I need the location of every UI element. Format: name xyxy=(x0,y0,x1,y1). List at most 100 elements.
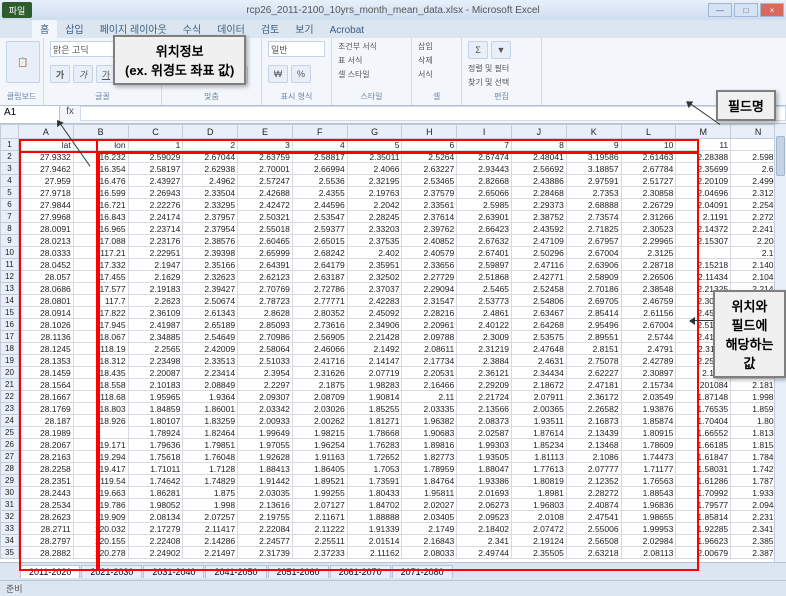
format-cell-button[interactable]: 서식 xyxy=(418,69,455,80)
row-header[interactable]: 5 xyxy=(1,187,19,199)
cell[interactable]: 2.50321 xyxy=(238,211,293,223)
cell[interactable]: 2.64391 xyxy=(238,259,293,271)
sheet-tab[interactable]: 2061-2070 xyxy=(330,565,391,578)
cell[interactable]: 2.58197 xyxy=(128,163,183,175)
cell[interactable]: 28.2351 xyxy=(19,475,74,487)
cell[interactable] xyxy=(676,247,731,259)
cell[interactable]: 2.19183 xyxy=(128,283,183,295)
cell[interactable]: 118.067 xyxy=(73,331,128,343)
row-header[interactable]: 8 xyxy=(1,223,19,235)
cell[interactable]: 2.54649 xyxy=(183,331,238,343)
cell[interactable]: 2.11222 xyxy=(292,523,347,535)
cell[interactable]: 2.08611 xyxy=(402,343,457,355)
column-header[interactable] xyxy=(1,125,19,139)
cell[interactable]: 2.8151 xyxy=(566,343,621,355)
cell[interactable]: 2.53575 xyxy=(512,331,567,343)
row-header[interactable]: 18 xyxy=(1,343,19,355)
delete-cell-button[interactable]: 삭제 xyxy=(418,55,455,66)
cell[interactable]: 2.55006 xyxy=(566,523,621,535)
cell[interactable]: 2.35505 xyxy=(512,547,567,559)
formula-input[interactable] xyxy=(80,106,786,121)
cond-format-button[interactable]: 조건부 서식 xyxy=(338,41,405,52)
cell[interactable]: 1.85234 xyxy=(512,439,567,451)
sheet-tab[interactable]: 2041-2050 xyxy=(205,565,266,578)
cell[interactable]: 1.90814 xyxy=(347,391,402,403)
cell[interactable]: 2.5536 xyxy=(292,175,347,187)
cell[interactable]: 2.07911 xyxy=(512,391,567,403)
cell[interactable]: 2.1629 xyxy=(128,271,183,283)
cell[interactable]: 2.33513 xyxy=(183,355,238,367)
cell[interactable]: 1.87614 xyxy=(512,427,567,439)
column-header[interactable]: H xyxy=(402,125,457,139)
cell[interactable]: 1.97055 xyxy=(238,439,293,451)
cell[interactable]: 1.66185 xyxy=(676,439,731,451)
cell[interactable]: 2.37037 xyxy=(347,283,402,295)
cell[interactable]: 2.33561 xyxy=(402,199,457,211)
cell[interactable]: 28.1353 xyxy=(19,355,74,367)
cell[interactable]: 1.85814 xyxy=(676,511,731,523)
cell[interactable]: 2.67632 xyxy=(457,235,512,247)
cell[interactable]: 2.67784 xyxy=(621,163,676,175)
cell[interactable]: 1.95811 xyxy=(402,487,457,499)
cell[interactable]: 2.67957 xyxy=(566,235,621,247)
cell[interactable]: 1.96623 xyxy=(676,535,731,547)
cell[interactable]: 2.43592 xyxy=(512,223,567,235)
cell[interactable]: 2.54806 xyxy=(512,295,567,307)
cell[interactable]: 2.26506 xyxy=(621,271,676,283)
cell[interactable]: 1.80433 xyxy=(347,487,402,499)
cell[interactable]: 116.599 xyxy=(73,187,128,199)
cell[interactable]: 28.2797 xyxy=(19,535,74,547)
cell[interactable]: 2.23176 xyxy=(128,235,183,247)
row-header[interactable]: 24 xyxy=(1,415,19,427)
cell[interactable]: 2.40852 xyxy=(402,235,457,247)
cell[interactable]: 2.38752 xyxy=(512,211,567,223)
cell[interactable]: 1.99953 xyxy=(621,523,676,535)
cell[interactable]: 1.70404 xyxy=(676,415,731,427)
cell[interactable]: 2.13566 xyxy=(457,403,512,415)
cell[interactable]: 1.79851 xyxy=(183,439,238,451)
cell[interactable]: 2.52458 xyxy=(512,283,567,295)
cell[interactable]: 2.31547 xyxy=(402,295,457,307)
cell[interactable]: 8 xyxy=(512,139,567,151)
cell[interactable]: 2.07472 xyxy=(512,523,567,535)
cell[interactable]: 2.65999 xyxy=(238,247,293,259)
cell[interactable]: 2.08849 xyxy=(183,379,238,391)
row-header[interactable]: 7 xyxy=(1,211,19,223)
cell[interactable]: 2.5264 xyxy=(402,151,457,163)
cell[interactable]: 2.68242 xyxy=(292,247,347,259)
cell[interactable]: 1.99255 xyxy=(292,487,347,499)
cell[interactable]: 2.29373 xyxy=(512,199,567,211)
cell[interactable]: 119.663 xyxy=(73,487,128,499)
cell[interactable]: 1.78668 xyxy=(347,427,402,439)
cell[interactable]: 2.16873 xyxy=(566,415,621,427)
cell[interactable]: 27.9462 xyxy=(19,163,74,175)
cell[interactable]: 1.72652 xyxy=(347,451,402,463)
cell[interactable]: 2.21428 xyxy=(347,331,402,343)
cell[interactable]: 2.07127 xyxy=(292,499,347,511)
cell[interactable]: 2.341 xyxy=(457,535,512,547)
cell[interactable]: 1.91163 xyxy=(292,451,347,463)
cell[interactable]: 1.73591 xyxy=(347,475,402,487)
cell[interactable]: 28.1989 xyxy=(19,427,74,439)
cell[interactable]: 2.56692 xyxy=(512,163,567,175)
row-header[interactable]: 31 xyxy=(1,499,19,511)
cell[interactable]: 2.4066 xyxy=(347,163,402,175)
cell[interactable]: 2.4791 xyxy=(621,343,676,355)
cell[interactable]: 2.61156 xyxy=(621,307,676,319)
row-header[interactable]: 35 xyxy=(1,547,19,559)
tab-review[interactable]: 검토 xyxy=(253,19,287,38)
row-header[interactable]: 16 xyxy=(1,319,19,331)
cell[interactable]: 2.47648 xyxy=(512,343,567,355)
cell[interactable]: 2.67401 xyxy=(457,247,512,259)
cell[interactable]: 2.59897 xyxy=(457,259,512,271)
cell[interactable]: 1.7053 xyxy=(347,463,402,475)
row-header[interactable]: 30 xyxy=(1,487,19,499)
cell[interactable]: 2.24577 xyxy=(238,535,293,547)
cell[interactable]: 119.294 xyxy=(73,451,128,463)
cell[interactable]: 2.14372 xyxy=(676,223,731,235)
cell[interactable]: 2.17734 xyxy=(402,355,457,367)
cell[interactable]: 2.85414 xyxy=(566,307,621,319)
cell[interactable]: 2.59029 xyxy=(128,151,183,163)
cell[interactable]: 2.40122 xyxy=(457,319,512,331)
cell[interactable]: 2.25511 xyxy=(292,535,347,547)
